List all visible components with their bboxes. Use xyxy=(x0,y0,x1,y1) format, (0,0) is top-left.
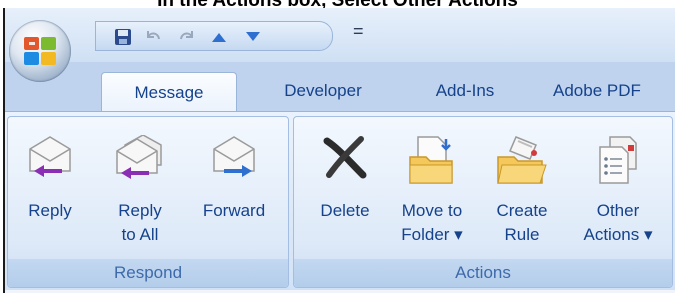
respond-group: Reply Reply to All Forward Respond xyxy=(7,116,289,288)
previous-item-button[interactable] xyxy=(206,26,232,48)
move-to-folder-button[interactable]: Move to Folder ▾ xyxy=(388,117,476,253)
move-to-folder-icon xyxy=(409,136,453,184)
previous-item-icon xyxy=(212,33,226,42)
delete-label: Delete xyxy=(320,201,370,220)
next-item-icon xyxy=(246,32,260,41)
office-button-icon xyxy=(24,37,56,65)
save-button[interactable] xyxy=(110,26,136,48)
ribbon-tabs: Message Developer Add-Ins Adobe PDF xyxy=(5,62,675,113)
other-actions-icon xyxy=(599,136,637,184)
delete-icon xyxy=(323,136,367,179)
office-button[interactable] xyxy=(9,20,71,82)
tab-adobe-pdf[interactable]: Adobe PDF xyxy=(553,72,675,110)
actions-group: Delete Move to Folder ▾ Create Rule Othe… xyxy=(293,116,673,288)
quick-access-toolbar xyxy=(95,21,333,51)
other-actions-button[interactable]: Other Actions ▾ xyxy=(570,117,666,253)
customize-qat-button[interactable]: = xyxy=(353,21,364,42)
forward-icon xyxy=(213,136,255,177)
ribbon: Reply Reply to All Forward Respond Delet… xyxy=(5,111,675,292)
actions-group-label: Actions xyxy=(294,259,672,287)
redo-button[interactable] xyxy=(174,26,200,48)
respond-group-label: Respond xyxy=(8,259,288,287)
tab-message[interactable]: Message xyxy=(101,72,237,113)
save-icon xyxy=(115,29,131,45)
create-rule-label: Create Rule xyxy=(496,201,548,244)
redo-icon xyxy=(180,31,193,40)
reply-icon xyxy=(29,136,71,177)
delete-button[interactable]: Delete xyxy=(310,117,380,253)
forward-label: Forward xyxy=(202,201,266,220)
reply-label: Reply xyxy=(28,201,72,220)
undo-icon xyxy=(147,31,160,40)
undo-button[interactable] xyxy=(140,26,166,48)
reply-all-icon xyxy=(116,135,162,179)
forward-button[interactable]: Forward xyxy=(188,117,280,253)
other-actions-label: Other Actions ▾ xyxy=(583,201,653,244)
reply-button[interactable]: Reply xyxy=(14,117,86,253)
instruction-caption: In the Actions box, Select Other Actions xyxy=(0,0,675,8)
reply-all-button[interactable]: Reply to All xyxy=(102,117,178,253)
create-rule-icon xyxy=(497,136,547,184)
reply-all-label: Reply to All xyxy=(118,201,162,244)
tab-add-ins[interactable]: Add-Ins xyxy=(417,72,513,110)
ribbon-bottom-edge xyxy=(5,290,675,293)
tab-developer[interactable]: Developer xyxy=(267,72,379,110)
move-to-folder-label: Move to Folder ▾ xyxy=(401,201,463,244)
outlook-window: = Message Developer Add-Ins Adobe PDF Re… xyxy=(3,8,675,293)
next-item-button[interactable] xyxy=(240,26,266,48)
create-rule-button[interactable]: Create Rule xyxy=(484,117,560,253)
